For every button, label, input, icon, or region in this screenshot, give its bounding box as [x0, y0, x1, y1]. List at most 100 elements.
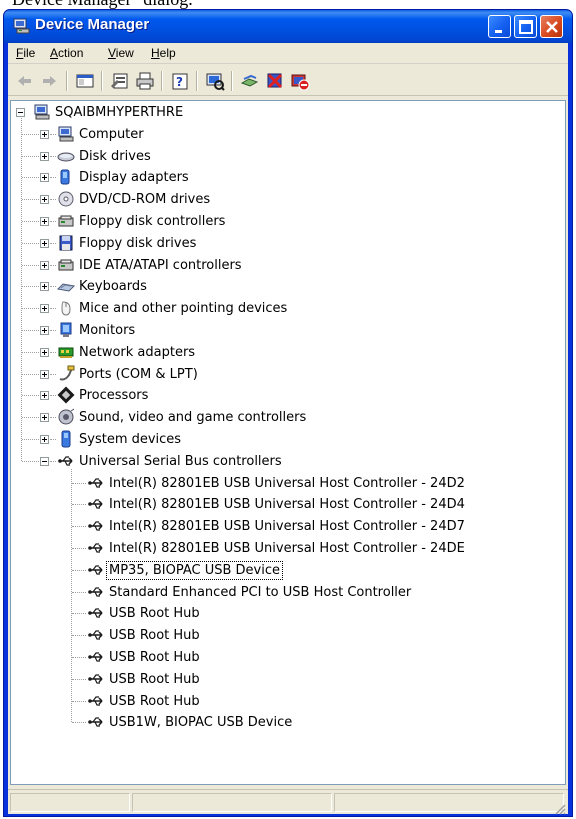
tree-category[interactable]: Mice and other pointing devices: [11, 298, 565, 319]
properties-icon[interactable]: [109, 70, 131, 92]
usb-icon: [87, 604, 105, 622]
forward-arrow-icon[interactable]: [38, 70, 60, 92]
tree-category[interactable]: Monitors: [11, 320, 565, 341]
tree-connector: [50, 395, 56, 397]
system-device-icon: [57, 430, 75, 448]
expand-box[interactable]: [40, 347, 49, 357]
expand-box[interactable]: [40, 413, 49, 423]
expand-box[interactable]: [40, 238, 49, 248]
expand-box[interactable]: [40, 151, 49, 161]
usb-device[interactable]: Intel(R) 82801EB USB Universal Host Cont…: [11, 494, 565, 515]
usb-device[interactable]: USB Root Hub: [11, 691, 565, 712]
help-icon[interactable]: ?: [169, 70, 191, 92]
tree-connector: [22, 199, 39, 201]
usb-device[interactable]: Intel(R) 82801EB USB Universal Host Cont…: [11, 473, 565, 494]
close-button[interactable]: [540, 15, 563, 38]
menu-view[interactable]: View: [108, 46, 134, 60]
tree-category[interactable]: Floppy disk controllers: [11, 211, 565, 232]
svg-text:?: ?: [176, 75, 183, 89]
tree-connector: [50, 155, 56, 157]
expand-box[interactable]: [40, 195, 49, 205]
usb-icon: [87, 713, 105, 731]
tree-category[interactable]: Disk drives: [11, 146, 565, 167]
tree-item-label: DVD/CD-ROM drives: [79, 192, 211, 208]
tree-connector: [50, 460, 56, 462]
expand-box[interactable]: [40, 435, 49, 444]
tree-connector: [22, 155, 39, 157]
tree-item-label: Universal Serial Bus controllers: [79, 453, 282, 469]
print-icon[interactable]: [134, 70, 156, 92]
uninstall-icon[interactable]: [264, 70, 286, 92]
scan-hardware-changes-icon[interactable]: [204, 70, 226, 92]
expand-box[interactable]: [40, 173, 49, 183]
usb-icon: [87, 561, 105, 579]
collapse-box[interactable]: [40, 456, 49, 466]
tree-category[interactable]: Keyboards: [11, 276, 565, 297]
collapse-root-box[interactable]: [16, 108, 25, 117]
tree-connector: [22, 351, 39, 353]
disable-icon[interactable]: [289, 70, 311, 92]
tree-connector: [50, 373, 56, 375]
toolbar-separator: [196, 71, 198, 91]
usb-icon: [87, 474, 105, 492]
caption-text: Device Manager" dialog.: [12, 0, 193, 9]
tree-category[interactable]: System devices: [11, 429, 565, 450]
tree-category[interactable]: Display adapters: [11, 167, 565, 188]
window-title: Device Manager: [35, 16, 150, 33]
tree-item-label: USB Root Hub: [109, 628, 200, 644]
minimize-button[interactable]: [488, 15, 511, 38]
menu-action[interactable]: Action: [50, 46, 83, 60]
tree-category[interactable]: Processors: [11, 385, 565, 406]
tree-category[interactable]: DVD/CD-ROM drives: [11, 189, 565, 210]
back-arrow-icon[interactable]: [14, 70, 36, 92]
dvd-drive-icon: [57, 190, 75, 208]
usb-icon: [87, 517, 105, 535]
usb-device[interactable]: Intel(R) 82801EB USB Universal Host Cont…: [11, 516, 565, 537]
tree-connector: [22, 439, 39, 440]
window-frame: File Action View Help ? SQAIBMHYPERTHRE …: [8, 43, 568, 815]
expand-box[interactable]: [40, 326, 49, 335]
expand-box[interactable]: [40, 304, 49, 314]
expand-box[interactable]: [40, 369, 49, 379]
usb-device[interactable]: Standard Enhanced PCI to USB Host Contro…: [11, 582, 565, 603]
show-hide-console-tree-icon[interactable]: [74, 70, 96, 92]
expand-box[interactable]: [40, 129, 49, 139]
status-bar: [8, 789, 568, 815]
tree-root-node[interactable]: SQAIBMHYPERTHRE: [11, 102, 565, 123]
tree-category[interactable]: Sound, video and game controllers: [11, 407, 565, 428]
mouse-icon: [57, 299, 75, 317]
tree-category[interactable]: IDE ATA/ATAPI controllers: [11, 255, 565, 276]
tree-connector: [50, 439, 56, 440]
device-tree[interactable]: SQAIBMHYPERTHRE Computer Disk drives Displa…: [10, 100, 566, 785]
tree-category[interactable]: Universal Serial Bus controllers: [11, 451, 565, 472]
tree-item-label: USB Root Hub: [109, 606, 200, 622]
tree-connector: [22, 221, 39, 222]
resize-grip-icon[interactable]: [554, 800, 566, 815]
tree-category[interactable]: Ports (COM & LPT): [11, 364, 565, 385]
tree-item-label: USB Root Hub: [109, 693, 200, 709]
usb-device[interactable]: USB1W, BIOPAC USB Device: [11, 712, 565, 733]
device-manager-window: Device Manager File Action View Help ? S…: [3, 9, 573, 817]
expand-box[interactable]: [40, 260, 49, 270]
usb-device[interactable]: Intel(R) 82801EB USB Universal Host Cont…: [11, 538, 565, 559]
usb-device[interactable]: USB Root Hub: [11, 669, 565, 690]
usb-device[interactable]: USB Root Hub: [11, 603, 565, 624]
tree-category[interactable]: Network adapters: [11, 342, 565, 363]
expand-box[interactable]: [40, 282, 49, 292]
maximize-button[interactable]: [514, 15, 537, 38]
usb-device[interactable]: USB Root Hub: [11, 625, 565, 646]
tree-category[interactable]: Floppy disk drives: [11, 233, 565, 254]
title-bar[interactable]: Device Manager: [4, 10, 572, 43]
expand-box[interactable]: [40, 391, 49, 401]
menu-file[interactable]: File: [16, 46, 35, 60]
menu-help[interactable]: Help: [151, 46, 176, 60]
usb-device[interactable]: USB Root Hub: [11, 647, 565, 668]
usb-device[interactable]: MP35, BIOPAC USB Device: [11, 560, 565, 581]
tree-category[interactable]: Computer: [11, 124, 565, 145]
update-driver-icon[interactable]: [239, 70, 261, 92]
tree-connector: [72, 635, 86, 637]
disk-drive-icon: [57, 147, 75, 165]
expand-box[interactable]: [40, 217, 49, 226]
keyboard-icon: [57, 277, 75, 295]
tree-item-label: Floppy disk controllers: [79, 214, 226, 229]
